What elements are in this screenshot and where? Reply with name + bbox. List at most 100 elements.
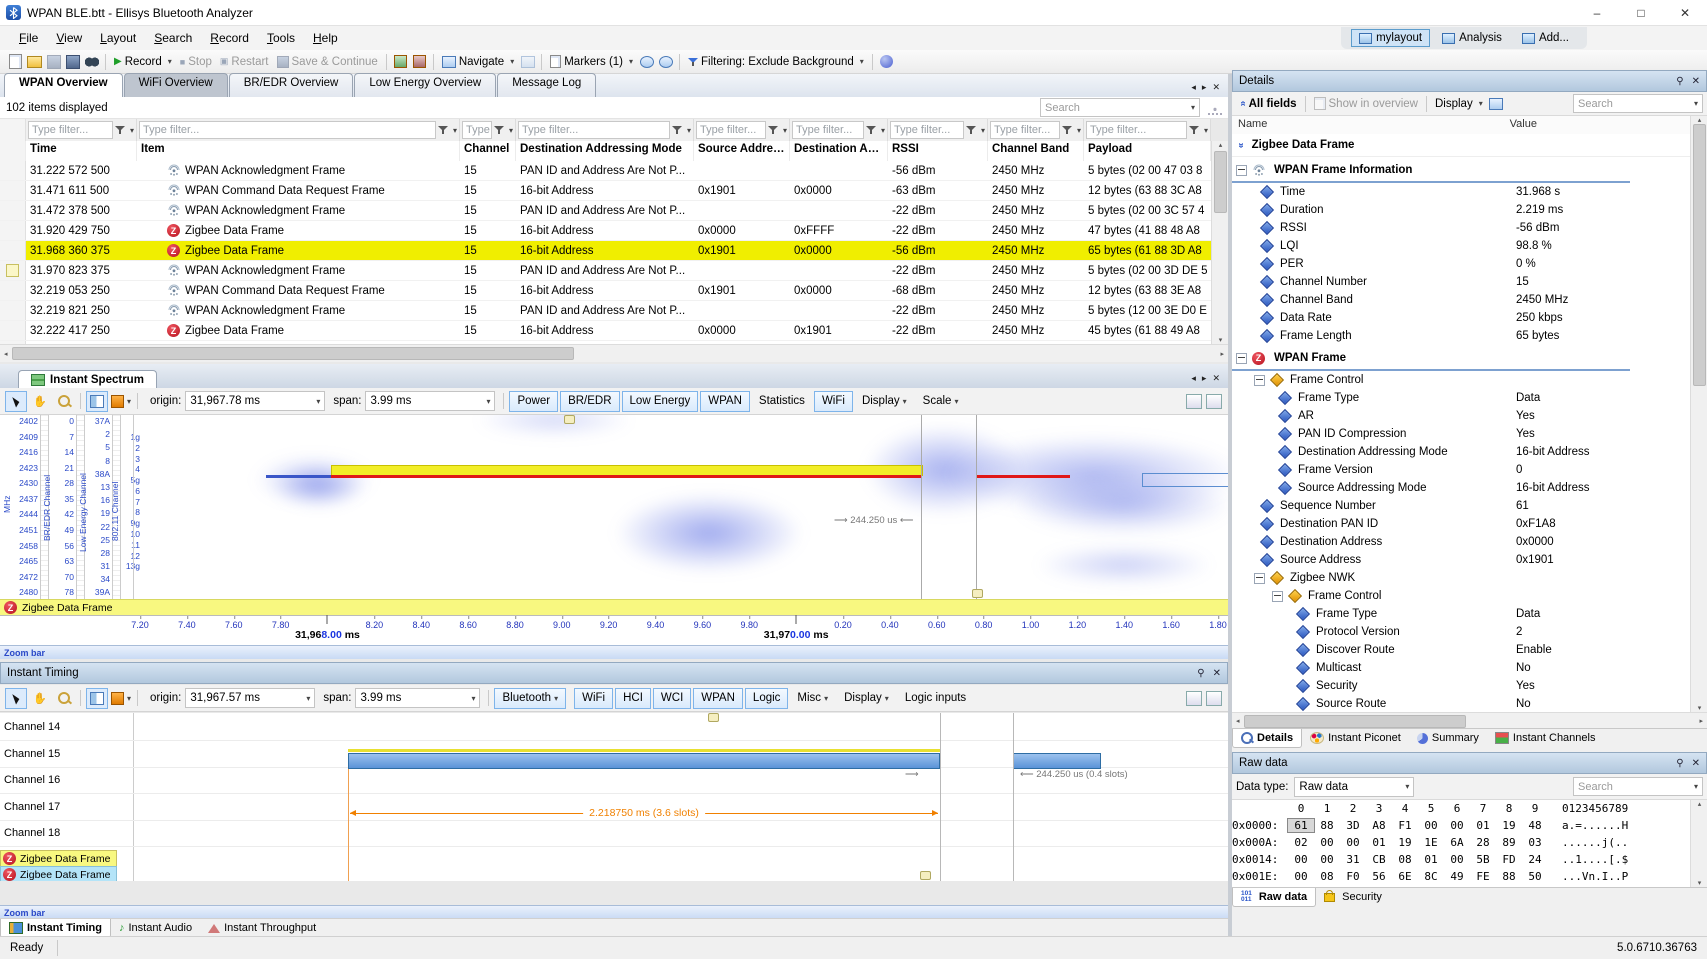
hex-byte[interactable]: 28	[1470, 836, 1496, 849]
rawdata-search-input[interactable]: Search▾	[1573, 777, 1703, 796]
details-name-column[interactable]: Name	[1232, 116, 1510, 134]
hex-byte[interactable]: 89	[1496, 836, 1522, 849]
hex-byte[interactable]: 01	[1470, 819, 1496, 832]
spectrum-nav-right-icon[interactable]: ▸	[1202, 373, 1207, 384]
hex-row[interactable]: 0x000A:02000001191E6A288903......j(..	[1232, 834, 1690, 851]
details-row[interactable]: Frame Length65 bytes	[1232, 327, 1690, 345]
hex-byte[interactable]: 01	[1418, 853, 1444, 866]
all-fields-button[interactable]: «All fields	[1236, 97, 1301, 111]
type-filter-input[interactable]: Type filter...	[518, 121, 670, 139]
hex-byte[interactable]: 08	[1392, 853, 1418, 866]
statistics-button[interactable]: Statistics	[752, 392, 812, 411]
filter-funnel-icon[interactable]	[1189, 125, 1199, 135]
bluetooth-toggle[interactable]: Bluetooth▾	[494, 688, 566, 709]
maximize-button[interactable]: □	[1619, 0, 1663, 25]
details-row[interactable]: Protocol Version2	[1232, 623, 1690, 641]
tab-instant-throughput[interactable]: Instant Throughput	[200, 919, 324, 937]
table-row[interactable]: 32.219 053 250WPAN Command Data Request …	[0, 281, 1211, 301]
zoom-tool-icon[interactable]	[53, 391, 75, 412]
timing-pan-tool-icon[interactable]: ✋	[29, 688, 51, 709]
timing-display-button[interactable]: Display▾	[837, 689, 896, 708]
hex-byte[interactable]: 56	[1366, 870, 1392, 883]
filtering-button[interactable]: Filtering: Exclude Background▾	[684, 55, 868, 69]
tab-instant-piconet[interactable]: Instant Piconet	[1302, 729, 1409, 747]
filter-funnel-icon[interactable]	[115, 125, 125, 135]
record-button[interactable]: ▶Record▾	[110, 55, 176, 69]
spectrum-top-handle[interactable]	[564, 415, 575, 424]
details-close-icon[interactable]: ✕	[1692, 76, 1700, 87]
hex-byte[interactable]: 31	[1340, 853, 1366, 866]
tab-instant-channels[interactable]: Instant Channels	[1487, 729, 1604, 747]
timing-select-tool-icon[interactable]	[5, 688, 27, 709]
logic-inputs-button[interactable]: Logic inputs	[898, 689, 973, 708]
expander-icon[interactable]	[1236, 165, 1247, 176]
timing-gray-cursor-1[interactable]	[940, 713, 941, 881]
tab-summary[interactable]: Summary	[1409, 729, 1487, 747]
misc-button[interactable]: Misc▾	[790, 689, 835, 708]
details-row[interactable]: Data Rate250 kbps	[1232, 309, 1690, 327]
details-row[interactable]: Sequence Number61	[1232, 497, 1690, 515]
menu-file[interactable]: File	[10, 28, 47, 48]
spectrum-export-icon[interactable]	[1186, 394, 1202, 409]
select-tool-icon[interactable]	[5, 391, 27, 412]
layout-tab-analysis[interactable]: Analysis	[1434, 29, 1510, 47]
spectrum-span-input[interactable]: 3.99 ms▾	[365, 391, 495, 411]
table-row[interactable]: 32.222 417 250ZZigbee Data Frame1516-bit…	[0, 321, 1211, 341]
minimize-button[interactable]: –	[1575, 0, 1619, 25]
details-row[interactable]: Frame Control	[1232, 587, 1690, 605]
menu-search[interactable]: Search	[145, 28, 201, 48]
timing-zoom-tool-icon[interactable]	[53, 688, 75, 709]
filter-funnel-icon[interactable]	[768, 125, 778, 135]
timing-export-icon[interactable]	[1186, 691, 1202, 706]
timing-pin-icon[interactable]: ⚲	[1197, 668, 1204, 679]
set-marker-icon[interactable]	[392, 54, 409, 70]
save-continue-button[interactable]: Save & Continue	[273, 55, 382, 69]
hex-byte[interactable]: 1E	[1418, 836, 1444, 849]
toggle-br-edr[interactable]: BR/EDR	[560, 391, 619, 412]
details-row[interactable]: Destination Addressing Mode16-bit Addres…	[1232, 443, 1690, 461]
collapse-icon[interactable]: «	[1235, 142, 1246, 148]
spectrum-zoom-bar[interactable]: Zoom bar	[0, 645, 1228, 659]
timing-top-handle[interactable]	[708, 713, 719, 722]
spectrum-plot-area[interactable]: 2402240924162423243024372444245124582465…	[0, 415, 1228, 599]
tab-br-edr-overview[interactable]: BR/EDR Overview	[229, 73, 354, 97]
column-header-destination-addressing-mode[interactable]: Destination Addressing Mode	[516, 141, 694, 161]
hex-byte[interactable]: 19	[1392, 836, 1418, 849]
spectrum-plot[interactable]: ⟶ 244.250 us ⟵	[133, 415, 1228, 599]
column-header-source-address[interactable]: Source Address	[694, 141, 790, 161]
split-view-icon[interactable]	[86, 391, 108, 412]
timing-cursor-handle[interactable]	[920, 871, 931, 880]
tab-instant-audio[interactable]: ♪Instant Audio	[111, 919, 200, 937]
type-filter-input[interactable]: Type filter...	[462, 121, 492, 139]
timing-frame-bar-2[interactable]	[1013, 753, 1101, 769]
type-filter-input[interactable]: Type filter...	[890, 121, 964, 139]
hex-byte[interactable]: 00	[1314, 836, 1340, 849]
rawdata-close-icon[interactable]: ✕	[1692, 758, 1700, 769]
filter-dropdown-icon[interactable]: ▾	[509, 126, 513, 135]
expander-icon[interactable]	[1236, 353, 1247, 364]
details-row[interactable]: ARYes	[1232, 407, 1690, 425]
hex-byte[interactable]: 5B	[1470, 853, 1496, 866]
hex-byte[interactable]: A8	[1366, 819, 1392, 832]
toggle-wci[interactable]: WCI	[653, 688, 691, 709]
spectrum-cursor-line-2[interactable]	[976, 415, 977, 599]
filter-dropdown-icon[interactable]: ▾	[453, 126, 457, 135]
hex-byte[interactable]: 8C	[1418, 870, 1444, 883]
table-hscrollbar[interactable]: ◂ ▸	[0, 344, 1228, 362]
details-pin-icon[interactable]: ⚲	[1676, 76, 1683, 87]
spectrum-scale-button[interactable]: Scale▾	[916, 392, 966, 411]
hex-byte[interactable]: 00	[1340, 836, 1366, 849]
expander-icon[interactable]	[1272, 591, 1283, 602]
show-in-overview-button[interactable]: Show in overview	[1310, 96, 1422, 111]
filter-dropdown-icon[interactable]: ▾	[783, 126, 787, 135]
hex-byte[interactable]: FE	[1470, 870, 1496, 883]
spectrum-sync-icon[interactable]	[1206, 394, 1222, 409]
details-row[interactable]: Destination PAN ID0xF1A8	[1232, 515, 1690, 533]
details-row[interactable]: Destination Address0x0000	[1232, 533, 1690, 551]
navigate-back-icon[interactable]	[519, 54, 536, 70]
spectrum-display-button[interactable]: Display▾	[855, 392, 914, 411]
filter-funnel-icon[interactable]	[672, 125, 682, 135]
details-row[interactable]: «Zigbee Data Frame	[1232, 134, 1690, 157]
hex-byte[interactable]: 48	[1522, 819, 1548, 832]
hex-byte[interactable]: 24	[1522, 853, 1548, 866]
